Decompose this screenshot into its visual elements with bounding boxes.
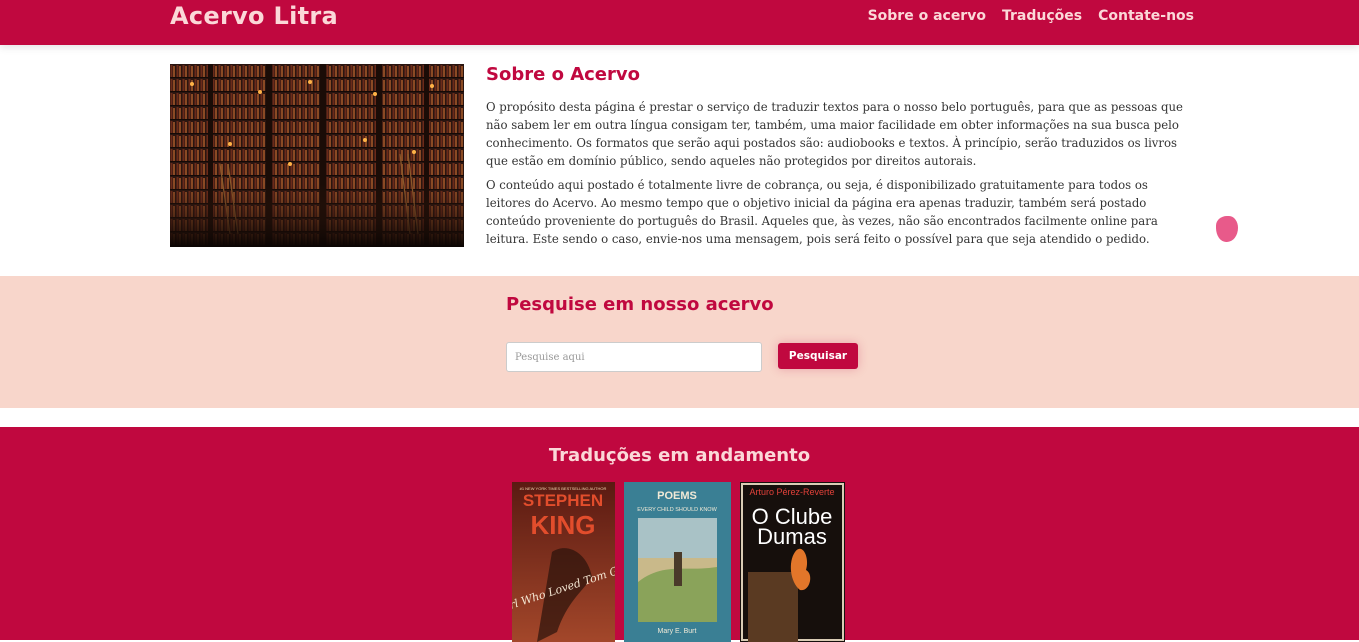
about-paragraph-1: O propósito desta página é prestar o ser… <box>486 100 1183 168</box>
book2-title: POEMS <box>657 490 697 502</box>
book2-subtitle: EVERY CHILD SHOULD KNOW <box>637 507 717 513</box>
brand-logo-link[interactable]: Acervo Litra <box>170 2 338 30</box>
book3-title-line2: Dumas <box>757 524 827 549</box>
book2-author: Mary E. Burt <box>658 628 697 635</box>
search-section: Pesquise em nosso acervo Pesquisar <box>0 276 1359 408</box>
book-cover-o-clube-dumas[interactable]: Arturo Pérez-Reverte O Clube Dumas <box>740 482 845 642</box>
library-image <box>170 64 464 247</box>
decorative-blob <box>1216 216 1238 242</box>
translations-title: Traduções em andamento <box>548 445 811 466</box>
search-input[interactable] <box>506 342 762 372</box>
book-cover-stephen-king[interactable]: #1 NEW YORK TIMES BESTSELLING AUTHOR STE… <box>512 482 615 642</box>
book-cover-poems[interactable]: POEMS EVERY CHILD SHOULD KNOW Mary E. Bu… <box>624 482 731 642</box>
about-text: O propósito desta página é prestar o ser… <box>486 98 1188 254</box>
nav-links: Sobre o acervo Traduções Contate-nos <box>868 8 1194 24</box>
top-navbar: Acervo Litra Sobre o acervo Traduções Co… <box>0 0 1359 45</box>
nav-link-sobre[interactable]: Sobre o acervo <box>868 8 986 24</box>
book1-author-line2: KING <box>531 510 596 540</box>
about-title: Sobre o Acervo <box>486 64 640 85</box>
search-button[interactable]: Pesquisar <box>778 343 858 369</box>
book3-author: Arturo Pérez-Reverte <box>749 487 834 497</box>
translations-section: Traduções em andamento #1 NEW YORK TIMES… <box>0 427 1359 642</box>
search-title: Pesquise em nosso acervo <box>506 294 774 315</box>
about-paragraph-2: O conteúdo aqui postado é totalmente liv… <box>486 178 1158 246</box>
nav-link-traducoes[interactable]: Traduções <box>1002 8 1082 24</box>
nav-link-contate[interactable]: Contate-nos <box>1098 8 1194 24</box>
book1-author-line1: STEPHEN <box>523 491 603 510</box>
